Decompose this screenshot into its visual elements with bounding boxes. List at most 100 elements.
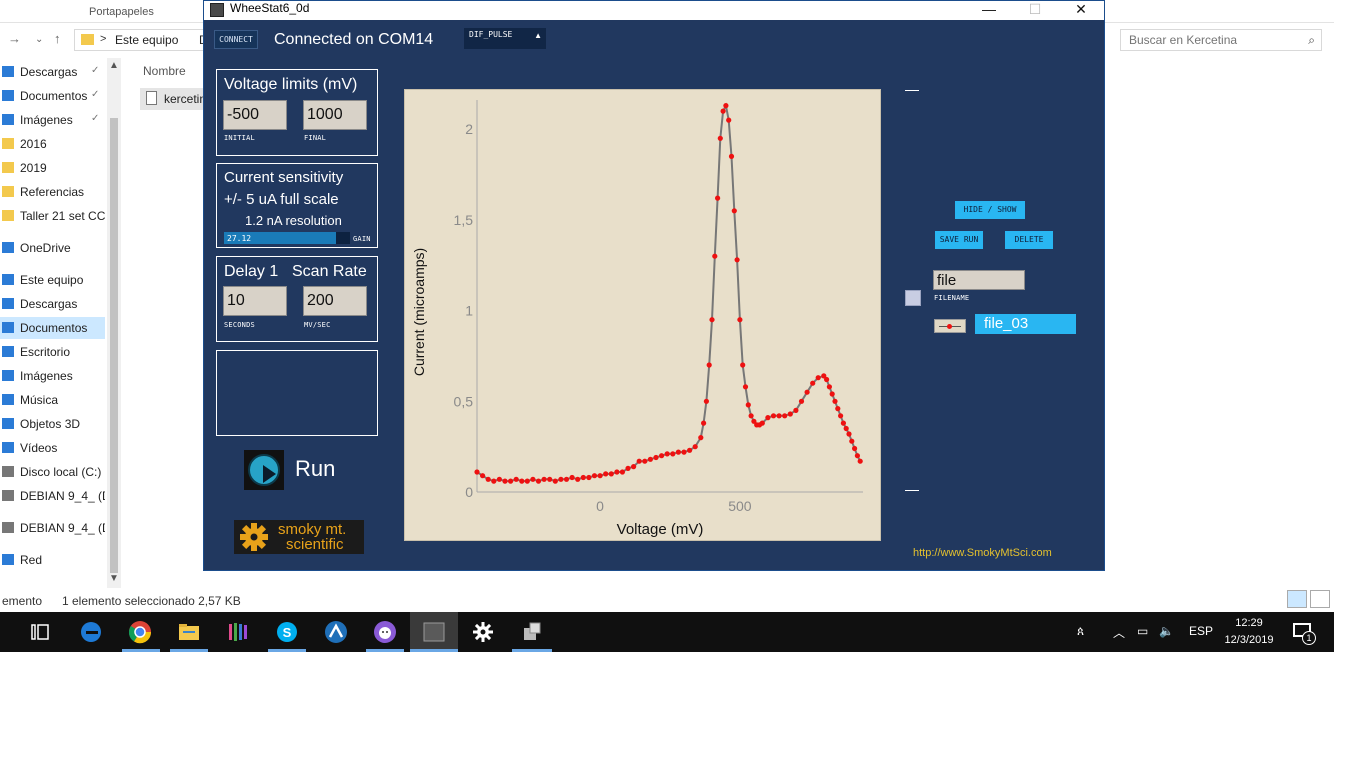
nav-item[interactable]: Vídeos — [0, 437, 105, 459]
nav-item[interactable]: Documentos — [0, 317, 105, 339]
column-header-name[interactable]: Nombre — [143, 64, 186, 78]
edge-icon[interactable] — [79, 620, 103, 644]
input-language[interactable]: ESP — [1189, 624, 1213, 638]
notification-badge: 1 — [1302, 631, 1316, 645]
filename-input[interactable] — [933, 270, 1025, 290]
scroll-down-icon[interactable]: ▼ — [109, 573, 119, 584]
mode-dropdown[interactable]: DIF_PULSE ▲ — [464, 28, 546, 49]
task-view-icon[interactable] — [28, 620, 52, 644]
svg-text:S: S — [283, 625, 292, 640]
data-point — [474, 469, 480, 475]
final-label: FINAL — [304, 134, 327, 142]
search-input[interactable] — [1129, 33, 1299, 47]
clock-time: 12:29 — [1235, 617, 1263, 629]
nav-scrollbar[interactable]: ▲ ▼ — [107, 58, 121, 588]
nav-item[interactable]: 2016 — [0, 133, 105, 155]
y-tick-label: 0,5 — [454, 393, 474, 409]
voltage-limits-title: Voltage limits (mV) — [224, 76, 358, 93]
hide-show-button[interactable]: HIDE / SHOW — [955, 201, 1025, 219]
gain-slider[interactable]: 27.12 — [224, 232, 350, 244]
y-axis-label: Current (microamps) — [411, 248, 427, 376]
nav-item[interactable]: Imágenes ✓ — [0, 109, 105, 131]
nav-item[interactable]: Red — [0, 549, 105, 571]
nav-item[interactable]: Música — [0, 389, 105, 411]
nav-item[interactable]: Taller 21 set CCC — [0, 205, 105, 227]
delete-button[interactable]: DELETE — [1005, 231, 1053, 249]
nav-item[interactable]: Este equipo — [0, 269, 105, 291]
breadcrumb-este-equipo[interactable]: Este equipo — [115, 33, 178, 47]
people-icon[interactable]: ጰ — [1077, 624, 1084, 639]
network-drive-icon[interactable] — [520, 620, 544, 644]
system-clock[interactable]: 12:29 12/3/2019 — [1218, 615, 1280, 649]
nav-item-label: Objetos 3D — [20, 417, 81, 431]
cat-app-icon[interactable] — [373, 620, 397, 644]
data-point — [734, 257, 740, 263]
chevron-right-icon: > — [100, 33, 107, 45]
scrollbar-thumb[interactable] — [110, 118, 118, 573]
nav-item[interactable]: Documentos ✓ — [0, 85, 105, 107]
nav-item[interactable]: DEBIAN 9_4_ (D:) — [0, 517, 105, 539]
nav-item-label: DEBIAN 9_4_ (D:) — [20, 521, 105, 535]
nav-item[interactable]: Descargas — [0, 293, 105, 315]
initial-voltage-input[interactable] — [223, 100, 287, 130]
mode-value: DIF_PULSE — [469, 30, 513, 39]
scan-rate-input[interactable] — [303, 286, 367, 316]
recent-dropdown-icon[interactable]: ⌄ — [35, 34, 43, 45]
thumbnails-view-icon[interactable] — [1310, 590, 1330, 608]
run-button[interactable] — [244, 450, 284, 490]
address-bar[interactable]: > Este equipo D — [74, 29, 209, 51]
chrome-icon[interactable] — [128, 620, 152, 644]
data-point — [720, 108, 726, 114]
data-point — [835, 406, 841, 412]
minimize-icon[interactable]: — — [966, 1, 1012, 20]
nav-item[interactable]: Imágenes — [0, 365, 105, 387]
voltammogram-chart: 0 0,5 1 1,5 2 0 500 Voltage (mV) Current (microa… — [404, 89, 881, 541]
nav-item[interactable]: DEBIAN 9_4_ (D: — [0, 485, 105, 507]
data-point — [840, 420, 846, 426]
file-explorer-icon[interactable] — [177, 620, 201, 644]
wheestat-taskbar-icon[interactable] — [422, 620, 446, 644]
nav-item-icon — [2, 346, 14, 357]
search-box[interactable]: ⌕ — [1120, 29, 1322, 51]
scroll-up-icon[interactable]: ▲ — [109, 60, 119, 71]
details-view-icon[interactable] — [1287, 590, 1307, 608]
arduino-icon[interactable] — [324, 620, 348, 644]
status-selection: 1 elemento seleccionado 2,57 KB — [62, 594, 241, 608]
file-row[interactable]: kercetin — [140, 88, 206, 110]
skype-icon[interactable]: S — [275, 620, 299, 644]
maximize-icon[interactable]: ☐ — [1012, 1, 1058, 20]
run-select-checkbox[interactable] — [905, 290, 921, 306]
connect-button[interactable]: CONNECT — [214, 30, 258, 49]
nav-item[interactable]: Referencias — [0, 181, 105, 203]
save-run-button[interactable]: SAVE RUN — [935, 231, 983, 249]
nav-item[interactable]: Objetos 3D — [0, 413, 105, 435]
data-point — [575, 476, 581, 482]
battery-icon[interactable]: ▭ — [1137, 624, 1148, 638]
sensitivity-scale: +/- 5 uA full scale — [224, 191, 339, 208]
app-bars-icon[interactable] — [226, 620, 250, 644]
smoky-mt-logo: smoky mt. scientific — [234, 520, 364, 554]
nav-item[interactable]: OneDrive — [0, 237, 105, 259]
data-point — [745, 402, 751, 408]
search-icon[interactable]: ⌕ — [1308, 33, 1315, 48]
delay-input[interactable] — [223, 286, 287, 316]
nav-item[interactable]: Disco local (C:) — [0, 461, 105, 483]
data-point — [846, 431, 852, 437]
back-arrow-icon[interactable]: → — [8, 31, 21, 46]
nav-item-label: Documentos — [20, 89, 88, 103]
legend-swatch[interactable] — [934, 319, 966, 333]
close-icon[interactable]: ✕ — [1058, 1, 1104, 20]
up-arrow-icon[interactable]: ↑ — [54, 31, 61, 46]
y-tick-label: 0 — [465, 484, 473, 500]
show-hidden-icons[interactable]: ︿ — [1113, 624, 1125, 641]
data-point — [709, 317, 715, 323]
settings-gear-icon[interactable] — [471, 620, 495, 644]
website-link[interactable]: http://www.SmokyMtSci.com — [913, 547, 1052, 559]
final-voltage-input[interactable] — [303, 100, 367, 130]
nav-item[interactable]: Escritorio — [0, 341, 105, 363]
nav-item[interactable]: 2019 — [0, 157, 105, 179]
run-label[interactable]: Run — [295, 456, 335, 482]
nav-item[interactable]: Descargas ✓ — [0, 61, 105, 83]
legend-series-name[interactable]: file_03 — [975, 314, 1076, 334]
volume-icon[interactable]: 🔈 — [1159, 624, 1174, 638]
